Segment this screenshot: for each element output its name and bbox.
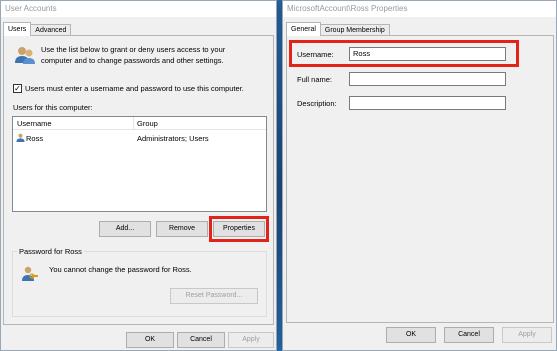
description-label: Description: [297,99,337,108]
tab-strip: Users Advanced [3,21,72,36]
remove-button[interactable]: Remove [156,221,208,237]
add-button[interactable]: Add... [99,221,151,237]
fullname-label: Full name: [297,75,333,84]
description-field[interactable] [349,96,506,110]
column-group[interactable]: Group [137,119,158,128]
column-username[interactable]: Username [17,119,52,128]
properties-window-title: MicrosoftAccount\Ross Properties [283,1,556,17]
fullname-field[interactable] [349,72,506,86]
row-group: Administrators; Users [137,134,209,143]
user-accounts-window: User Accounts Users Advanced Use the lis… [0,0,277,351]
users-for-computer-label: Users for this computer: [13,103,93,112]
tab-users[interactable]: Users [3,22,32,36]
row-username: Ross [26,134,44,143]
username-highlight [289,40,519,67]
password-info-text: You cannot change the password for Ross. [49,265,192,274]
table-row[interactable]: Ross Administrators; Users [13,132,266,144]
reset-password-button[interactable]: Reset Password... [170,288,258,304]
must-enter-password-checkbox[interactable]: ✓ [13,84,22,93]
users-tab-panel: Use the list below to grant or deny user… [3,35,274,325]
password-groupbox: Password for Ross You cannot change the … [12,247,267,317]
tab-general[interactable]: General [286,22,321,36]
column-divider [133,117,134,130]
users-list[interactable]: Username Group Ross Administrators; User… [12,116,267,212]
user-icon [16,133,25,142]
properties-window: MicrosoftAccount\Ross Properties General… [282,0,557,351]
right-apply-button[interactable]: Apply [502,327,552,343]
properties-highlight [209,216,269,242]
left-ok-button[interactable]: OK [126,332,174,348]
right-ok-button[interactable]: OK [386,327,436,343]
intro-text-line2: computer and to change passwords and oth… [41,56,224,65]
users-icon [15,47,35,64]
general-tab-panel: Username: Ross Full name: Description: [286,35,554,323]
properties-tab-strip: General Group Membership [286,21,390,36]
users-list-header: Username Group [13,117,266,130]
must-enter-password-label: Users must enter a username and password… [25,84,244,93]
user-key-icon [22,266,38,281]
right-cancel-button[interactable]: Cancel [444,327,494,343]
left-cancel-button[interactable]: Cancel [177,332,225,348]
window-title: User Accounts [1,1,276,17]
left-apply-button[interactable]: Apply [228,332,274,348]
password-group-title: Password for Ross [17,247,84,256]
intro-text-line1: Use the list below to grant or deny user… [41,45,226,54]
